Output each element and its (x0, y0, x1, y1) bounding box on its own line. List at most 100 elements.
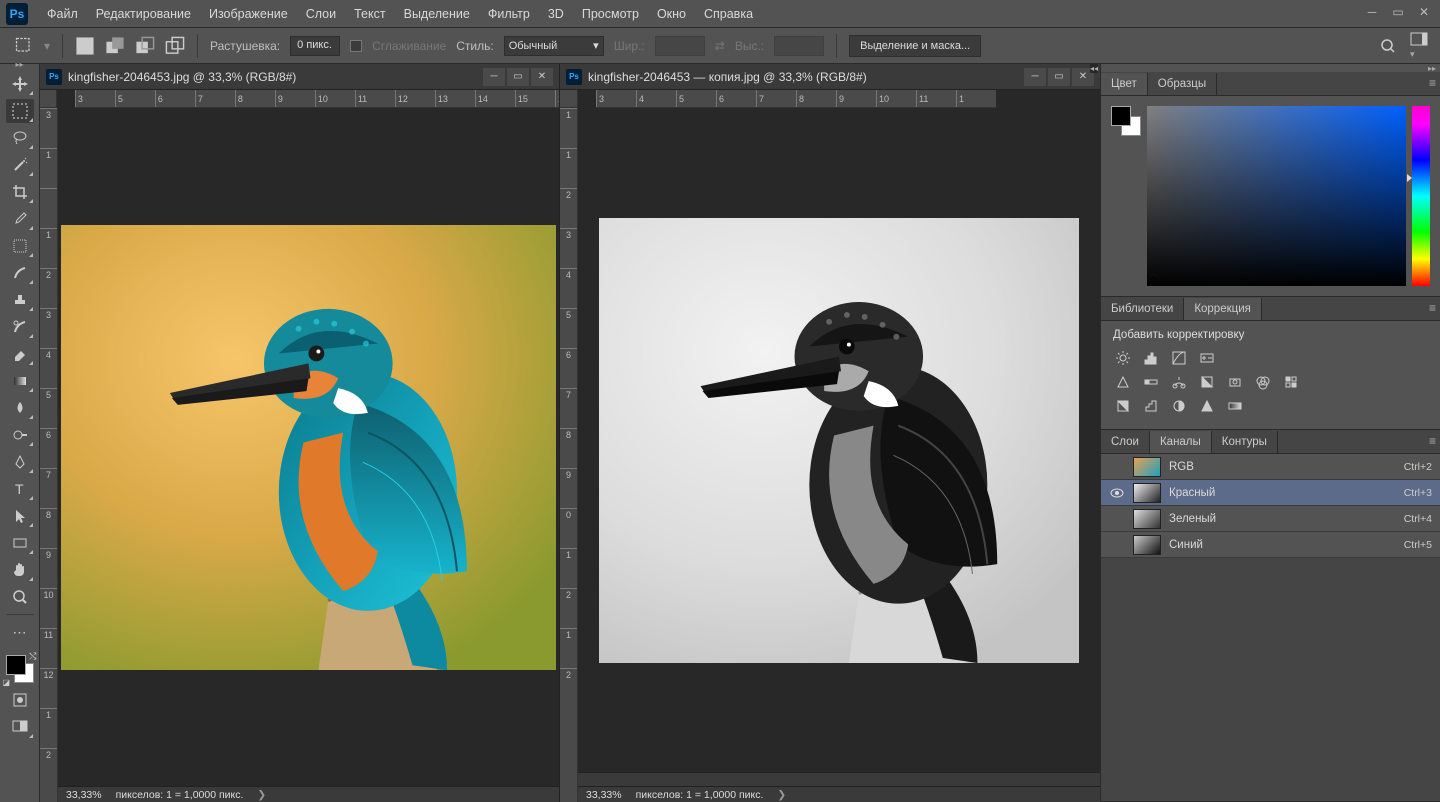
doc2-tab[interactable]: Ps kingfisher-2046453 — копия.jpg @ 33,3… (560, 64, 1100, 90)
history-brush-tool[interactable] (6, 315, 34, 339)
doc1-info[interactable]: пикселов: 1 = 1,0000 пикс. (116, 789, 244, 801)
adj-photofilter-icon[interactable] (1225, 373, 1245, 391)
menu-file[interactable]: Файл (38, 3, 87, 25)
doc2-ruler-vertical[interactable]: 112345678901212 (560, 108, 578, 802)
tab-paths[interactable]: Контуры (1212, 431, 1278, 453)
menu-text[interactable]: Текст (345, 3, 394, 25)
doc2-info-arrow-icon[interactable]: ❯ (777, 789, 786, 801)
adj-vibrance-icon[interactable] (1113, 373, 1133, 391)
doc1-minimize-icon[interactable]: ─ (483, 68, 505, 86)
path-selection-tool[interactable] (6, 504, 34, 528)
type-tool[interactable]: T (6, 477, 34, 501)
visibility-icon[interactable] (1109, 459, 1125, 475)
doc1-info-arrow-icon[interactable]: ❯ (257, 789, 266, 801)
doc2-zoom[interactable]: 33,33% (586, 789, 622, 801)
doc1-ruler-horizontal[interactable]: 35678910111213141516 (75, 90, 559, 108)
doc2-minimize-icon[interactable]: ─ (1024, 68, 1046, 86)
channel-row-green[interactable]: Зеленый Ctrl+4 (1101, 506, 1440, 532)
new-selection-icon[interactable] (75, 36, 95, 56)
visibility-icon[interactable] (1109, 511, 1125, 527)
menu-edit[interactable]: Редактирование (87, 3, 200, 25)
menu-image[interactable]: Изображение (200, 3, 297, 25)
maximize-icon[interactable]: ▭ (1386, 2, 1410, 22)
move-tool[interactable] (6, 72, 34, 96)
adj-selectivecolor-icon[interactable] (1197, 397, 1217, 415)
add-selection-icon[interactable] (105, 36, 125, 56)
doc1-close-icon[interactable]: ✕ (531, 68, 553, 86)
doc1-maximize-icon[interactable]: ▭ (507, 68, 529, 86)
toolbox-expand-icon[interactable]: ▸▸ (0, 60, 39, 68)
feather-input[interactable]: 0 пикс. (290, 36, 340, 56)
color-field[interactable] (1147, 106, 1406, 286)
adj-panel-menu-icon[interactable]: ≡ (1429, 301, 1436, 315)
crop-tool[interactable] (6, 180, 34, 204)
doc2-info[interactable]: пикселов: 1 = 1,0000 пикс. (636, 789, 764, 801)
minimize-icon[interactable]: ─ (1360, 2, 1384, 22)
channels-panel-menu-icon[interactable]: ≡ (1429, 434, 1436, 448)
intersect-selection-icon[interactable] (165, 36, 185, 56)
adj-bw-icon[interactable] (1197, 373, 1217, 391)
magic-wand-tool[interactable] (6, 153, 34, 177)
menu-window[interactable]: Окно (648, 3, 695, 25)
subtract-selection-icon[interactable] (135, 36, 155, 56)
close-icon[interactable]: ✕ (1412, 2, 1436, 22)
doc2-canvas[interactable] (599, 218, 1079, 663)
rectangle-tool[interactable] (6, 531, 34, 555)
pen-tool[interactable] (6, 450, 34, 474)
gradient-tool[interactable] (6, 369, 34, 393)
select-and-mask-button[interactable]: Выделение и маска... (849, 35, 981, 57)
zoom-tool[interactable] (6, 585, 34, 609)
menu-filter[interactable]: Фильтр (479, 3, 539, 25)
menu-help[interactable]: Справка (695, 3, 762, 25)
docs-collapse-icon[interactable]: ◂◂ (1090, 64, 1098, 73)
tab-swatches[interactable]: Образцы (1148, 73, 1217, 95)
adj-hue-icon[interactable] (1141, 373, 1161, 391)
doc2-scrollbar[interactable] (578, 772, 1100, 786)
channel-row-red[interactable]: Красный Ctrl+3 (1101, 480, 1440, 506)
menu-layers[interactable]: Слои (297, 3, 345, 25)
adj-posterize-icon[interactable] (1141, 397, 1161, 415)
quickmask-icon[interactable] (6, 688, 34, 712)
color-panel-swatch[interactable] (1111, 106, 1141, 136)
channel-row-rgb[interactable]: RGB Ctrl+2 (1101, 454, 1440, 480)
eyedropper-tool[interactable] (6, 207, 34, 231)
channel-row-blue[interactable]: Синий Ctrl+5 (1101, 532, 1440, 558)
tab-layers[interactable]: Слои (1101, 431, 1150, 453)
lasso-tool[interactable] (6, 126, 34, 150)
doc2-ruler-horizontal[interactable]: 345678910111 (596, 90, 996, 108)
menu-select[interactable]: Выделение (395, 3, 479, 25)
blur-tool[interactable] (6, 396, 34, 420)
doc2-maximize-icon[interactable]: ▭ (1048, 68, 1070, 86)
swap-colors-icon[interactable]: ⤭ (29, 651, 36, 662)
clone-stamp-tool[interactable] (6, 288, 34, 312)
panels-collapse-icon[interactable]: ▸▸ (1101, 64, 1440, 72)
tab-color[interactable]: Цвет (1101, 73, 1148, 95)
marquee-tool[interactable] (6, 99, 34, 123)
frame-tool[interactable] (6, 234, 34, 258)
doc1-canvas[interactable] (61, 225, 556, 670)
adj-curves-icon[interactable] (1169, 349, 1189, 367)
eraser-tool[interactable] (6, 342, 34, 366)
adj-colorbalance-icon[interactable] (1169, 373, 1189, 391)
visibility-icon[interactable] (1109, 485, 1125, 501)
search-icon[interactable] (1380, 38, 1396, 54)
tab-channels[interactable]: Каналы (1150, 431, 1212, 453)
edit-toolbar-icon[interactable]: ⋯ (6, 620, 34, 644)
tab-adjustments[interactable]: Коррекция (1184, 298, 1262, 320)
foreground-color[interactable] (6, 655, 26, 675)
hue-slider[interactable] (1412, 106, 1430, 286)
dodge-tool[interactable] (6, 423, 34, 447)
doc1-ruler-vertical[interactable]: 3112345678910111212 (40, 108, 58, 802)
menu-view[interactable]: Просмотр (573, 3, 648, 25)
hand-tool[interactable] (6, 558, 34, 582)
tool-preset-icon[interactable] (14, 36, 34, 56)
adj-brightness-icon[interactable] (1113, 349, 1133, 367)
doc1-tab[interactable]: Ps kingfisher-2046453.jpg @ 33,3% (RGB/8… (40, 64, 559, 90)
style-select[interactable]: Обычный▾ (504, 36, 604, 56)
default-colors-icon[interactable]: ◪ (3, 678, 11, 687)
adj-colorlookup-icon[interactable] (1281, 373, 1301, 391)
color-panel-menu-icon[interactable]: ≡ (1429, 76, 1436, 90)
menu-3d[interactable]: 3D (539, 3, 573, 25)
adj-exposure-icon[interactable] (1197, 349, 1217, 367)
adj-channelmixer-icon[interactable] (1253, 373, 1273, 391)
